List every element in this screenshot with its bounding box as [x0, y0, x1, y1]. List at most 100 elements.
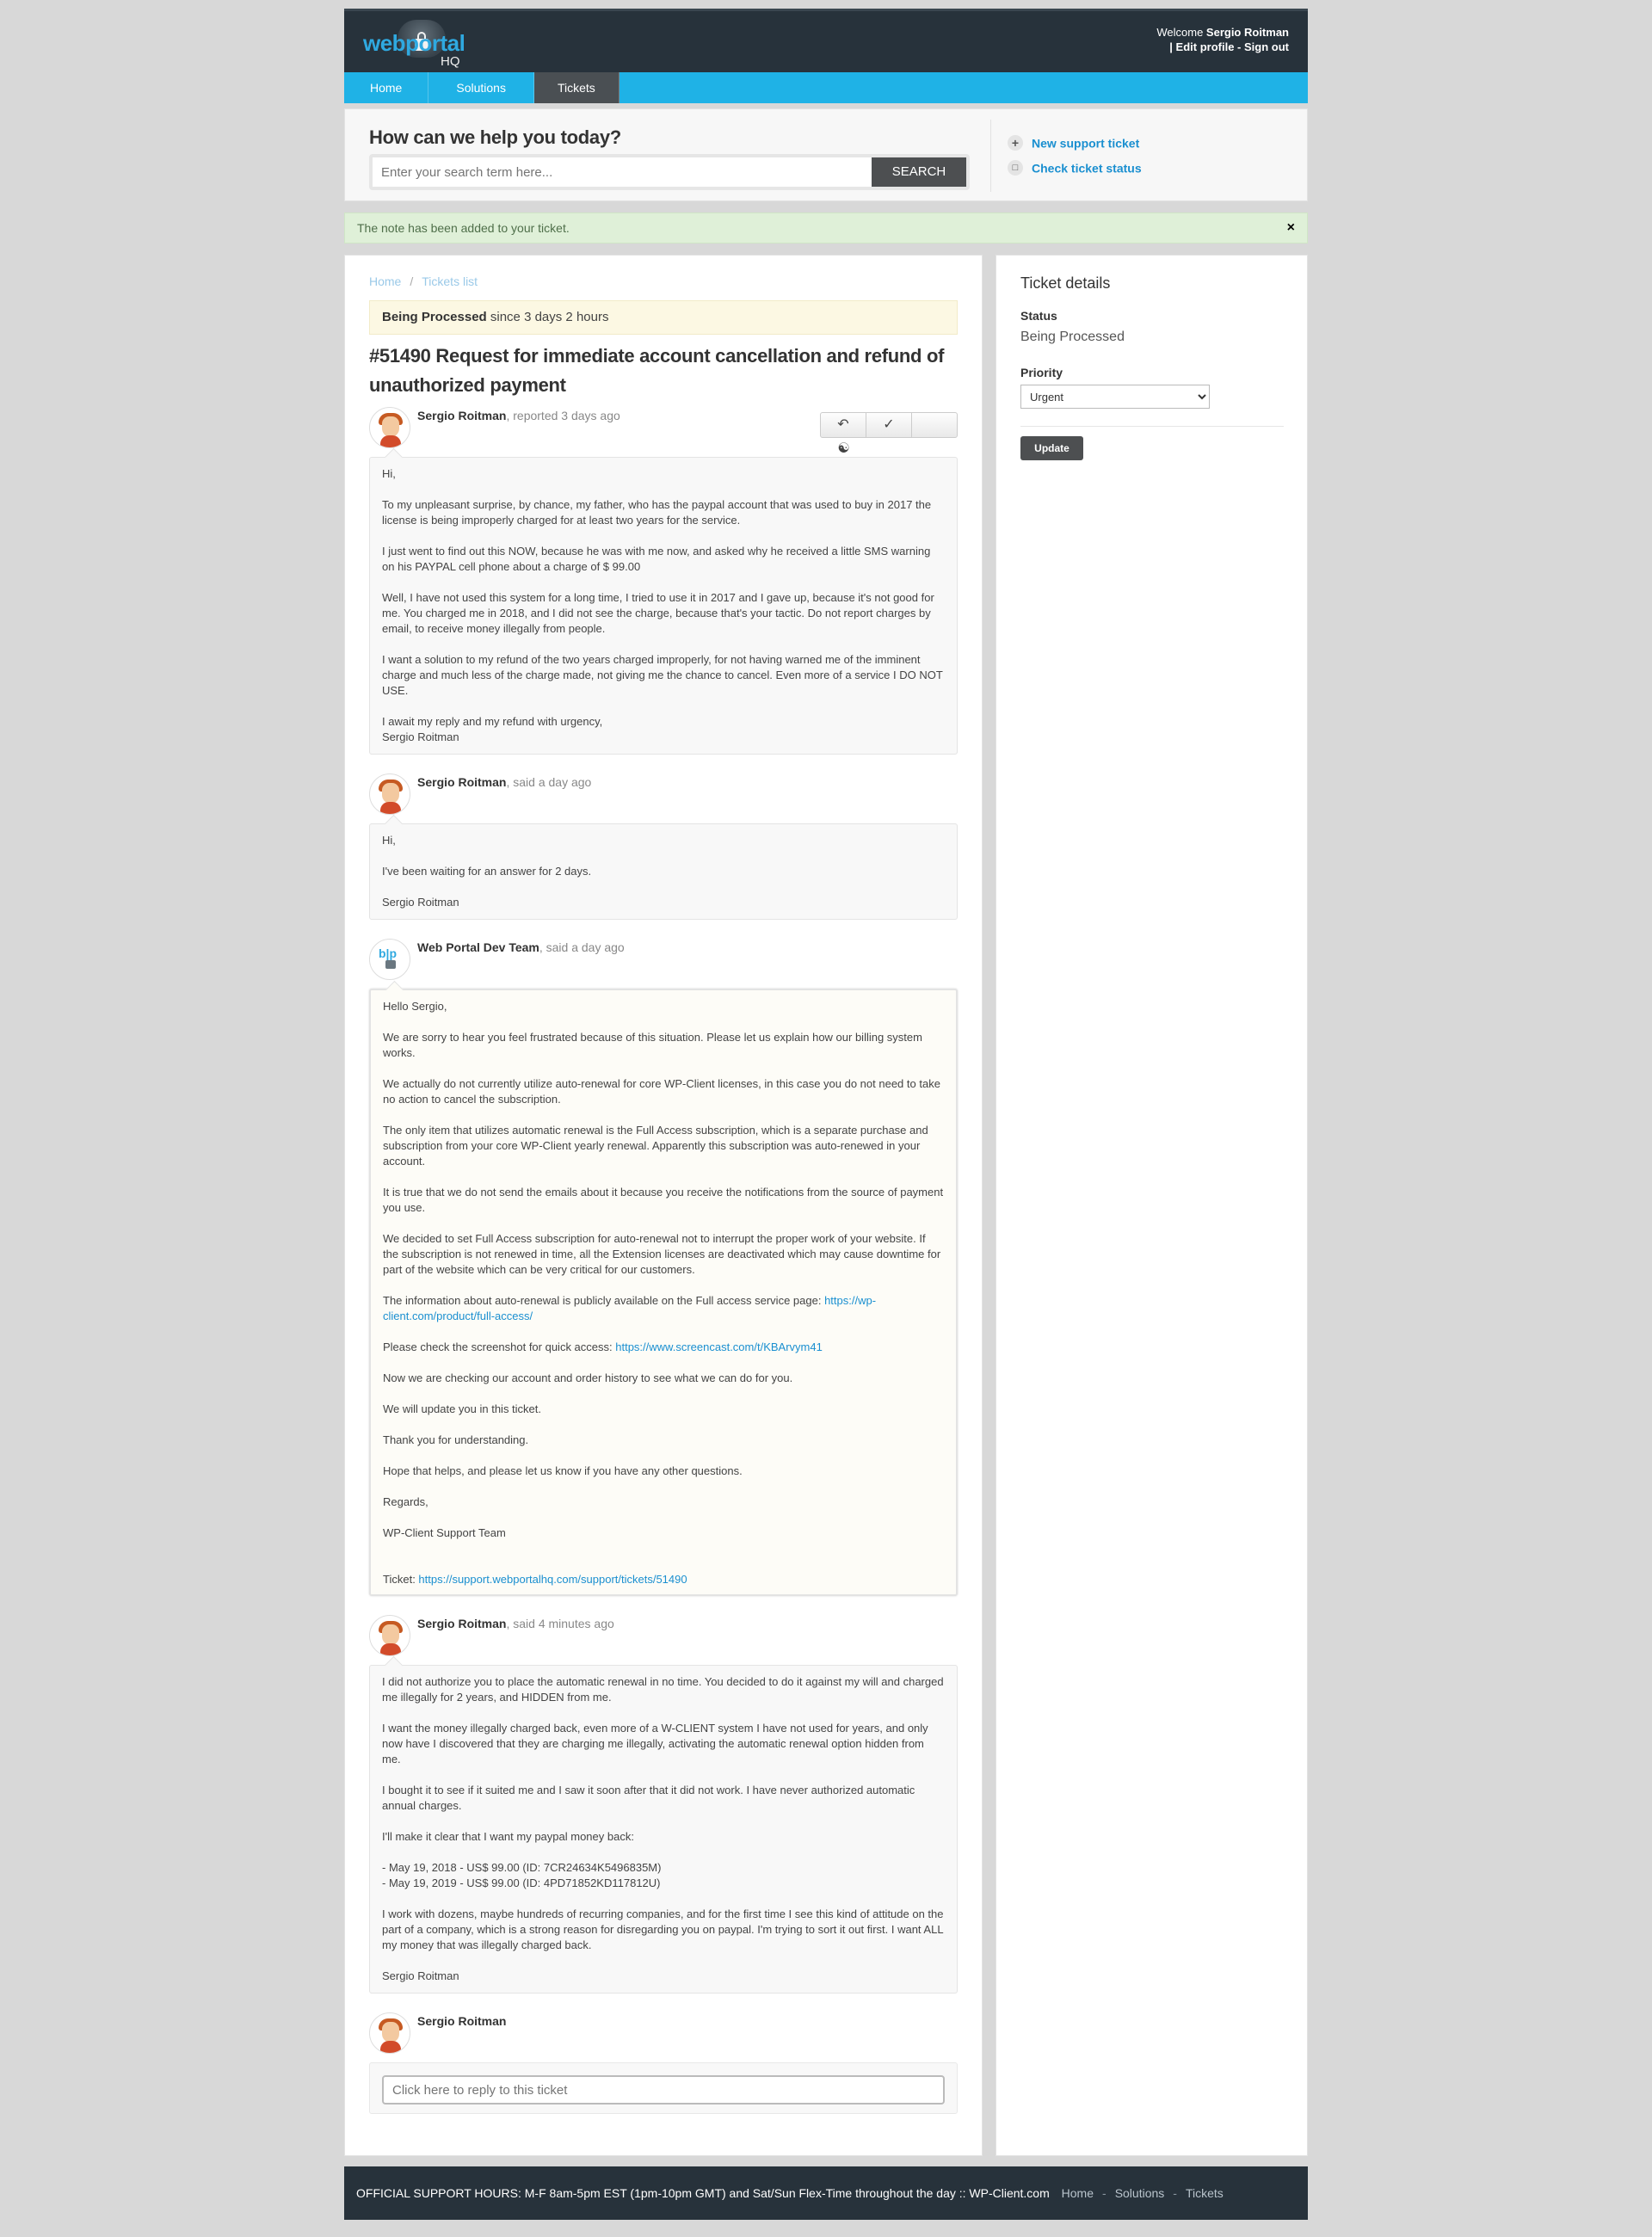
message-paragraph: I await my reply and my refund with urge…	[382, 715, 603, 743]
message-author: b|p Web Portal Dev Team, said a day ago	[369, 939, 958, 982]
check-status-label: Check ticket status	[1032, 161, 1142, 176]
footer-link-tickets[interactable]: Tickets	[1186, 2186, 1224, 2200]
author-name: Sergio Roitman	[417, 409, 507, 422]
sign-out-link[interactable]: Sign out	[1244, 40, 1289, 53]
footer-separator: -	[1102, 2186, 1106, 2200]
breadcrumb-home[interactable]: Home	[369, 274, 401, 288]
message-author: Sergio Roitman, reported 3 days ago ↶ ✓ …	[369, 407, 958, 456]
close-ticket-icon[interactable]: ✓	[866, 413, 912, 437]
sidebar-title: Ticket details	[1020, 274, 1111, 292]
author-line: Web Portal Dev Team, said a day ago	[417, 940, 625, 954]
footer-separator: -	[1173, 2186, 1177, 2200]
status-since: since 3 days 2 hours	[486, 310, 609, 324]
webportal-logo[interactable]: webportal HQ	[363, 18, 484, 69]
logo-subtext: HQ	[441, 54, 460, 69]
tab-tickets[interactable]: Tickets	[533, 72, 620, 103]
info-prefix: The information about auto-renewal is pu…	[383, 1294, 825, 1307]
avatar	[369, 773, 410, 815]
message-paragraph: I've been waiting for an answer for 2 da…	[382, 865, 592, 878]
message-paragraph: Thank you for understanding.	[383, 1433, 529, 1446]
author-name: Sergio Roitman	[417, 2014, 507, 2028]
new-ticket-label: New support ticket	[1032, 136, 1140, 151]
ticket-main: Home / Tickets list Being Processed since …	[344, 255, 983, 2156]
divider	[990, 120, 991, 192]
avatar: b|p	[369, 939, 410, 980]
reply-box	[369, 2062, 958, 2114]
message-paragraph: Sergio Roitman	[382, 896, 459, 909]
avatar	[369, 2012, 410, 2054]
author-name: Web Portal Dev Team	[417, 940, 539, 954]
screenshot-link[interactable]: https://www.screencast.com/t/KBArvym41	[615, 1340, 823, 1353]
welcome-prefix: Welcome	[1156, 26, 1206, 39]
breadcrumb: Home / Tickets list	[369, 274, 478, 288]
status-bold: Being Processed	[382, 310, 487, 324]
message-paragraph: I want the money illegally charged back,…	[382, 1722, 928, 1766]
message-paragraph: Now we are checking our account and orde…	[383, 1371, 793, 1384]
link-separator: -	[1234, 40, 1244, 53]
message-paragraph: We are sorry to hear you feel frustrated…	[383, 1031, 922, 1059]
footer-link-solutions[interactable]: Solutions	[1115, 2186, 1165, 2200]
reply-input[interactable]	[382, 2075, 945, 2105]
message-paragraph: We actually do not currently utilize aut…	[383, 1077, 940, 1106]
message-paragraph: Hello Sergio,	[383, 1000, 447, 1013]
message-paragraph: - May 19, 2018 - US$ 99.00 (ID: 7CR24634…	[382, 1861, 662, 1889]
new-ticket-link[interactable]: + New support ticket	[1008, 135, 1139, 151]
status-value: Being Processed	[1020, 330, 1125, 344]
avatar	[369, 407, 410, 448]
priority-label: Priority	[1020, 366, 1063, 379]
breadcrumb-tickets-list[interactable]: Tickets list	[422, 274, 478, 288]
success-alert: The note has been added to your ticket. …	[344, 213, 1308, 243]
search-input[interactable]	[374, 159, 872, 185]
author-meta: , reported 3 days ago	[506, 409, 620, 422]
link-separator: |	[1169, 40, 1176, 53]
message-paragraph: I did not authorize you to place the aut…	[382, 1675, 944, 1704]
edit-profile-link[interactable]: Edit profile	[1176, 40, 1235, 53]
message-paragraph: We will update you in this ticket.	[383, 1402, 542, 1415]
message-paragraph: I'll make it clear that I want my paypal…	[382, 1830, 634, 1843]
logo-text: webportal	[363, 30, 465, 56]
alert-text: The note has been added to your ticket.	[357, 221, 570, 235]
message-body: Hi, I've been waiting for an answer for …	[369, 823, 958, 920]
screenshot-prefix: Please check the screenshot for quick ac…	[383, 1340, 616, 1353]
message-paragraph: Hi,	[382, 467, 396, 480]
ticket-actions: ↶ ✓ ☯	[820, 412, 958, 456]
priority-select[interactable]: Urgent	[1020, 385, 1210, 409]
divider	[1020, 426, 1284, 427]
message-body: Hi, To my unpleasant surprise, by chance…	[369, 457, 958, 755]
tab-home[interactable]: Home	[344, 72, 429, 103]
update-button[interactable]: Update	[1020, 436, 1083, 460]
close-icon[interactable]: ×	[1287, 213, 1295, 243]
ticket-link[interactable]: https://support.webportalhq.com/support/…	[418, 1573, 687, 1586]
message-paragraph: I bought it to see if it suited me and I…	[382, 1784, 915, 1812]
ticket-title: #51490 Request for immediate account can…	[369, 345, 945, 396]
author-line: Sergio Roitman, reported 3 days ago	[417, 409, 620, 422]
tab-solutions[interactable]: Solutions	[428, 72, 534, 103]
footer-link-home[interactable]: Home	[1062, 2186, 1094, 2200]
help-heading: How can we help you today?	[369, 126, 621, 148]
message-paragraph: The only item that utilizes automatic re…	[383, 1124, 928, 1168]
breadcrumb-separator: /	[410, 274, 414, 288]
author-line: Sergio Roitman	[417, 2014, 506, 2028]
site-footer: OFFICIAL SUPPORT HOURS: M-F 8am-5pm EST …	[344, 2166, 1308, 2220]
search-panel: How can we help you today? SEARCH + New s…	[344, 108, 1308, 201]
author-meta: , said 4 minutes ago	[506, 1617, 614, 1630]
status-label: Status	[1020, 309, 1057, 323]
message-paragraph: Hope that helps, and please let us know …	[383, 1464, 743, 1477]
user-name: Sergio Roitman	[1205, 26, 1289, 39]
ticket-prefix: Ticket:	[383, 1573, 419, 1586]
main-nav: Home Solutions Tickets	[344, 72, 1308, 103]
check-status-link[interactable]: □ Check ticket status	[1008, 160, 1142, 176]
message-paragraph: I just went to find out this NOW, becaus…	[382, 545, 931, 573]
avatar	[369, 1615, 410, 1656]
message-paragraph: To my unpleasant surprise, by chance, my…	[382, 498, 932, 527]
message-paragraph: Ticket: https://support.webportalhq.com/…	[383, 1572, 944, 1587]
message-paragraph: I want a solution to my refund of the tw…	[382, 653, 943, 697]
reply-icon[interactable]: ↶	[821, 413, 866, 437]
message-body: Hello Sergio, We are sorry to hear you f…	[369, 989, 958, 1596]
message-paragraph: The information about auto-renewal is pu…	[383, 1293, 944, 1324]
message-paragraph: Sergio Roitman	[382, 1969, 459, 1982]
message-paragraph: Please check the screenshot for quick ac…	[383, 1340, 944, 1355]
message-body: I did not authorize you to place the aut…	[369, 1665, 958, 1994]
ticket-status-bar: Being Processed since 3 days 2 hours	[369, 300, 958, 335]
search-button[interactable]: SEARCH	[872, 157, 966, 187]
